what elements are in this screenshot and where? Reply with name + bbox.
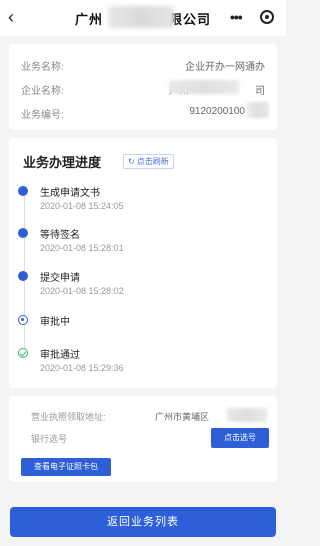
refresh-icon: ↻ [128,157,135,166]
navigation-bar: ‹ 广州 限公司 ••• [0,0,286,36]
info-label: 企业名称: [21,86,64,97]
step-name: 审批中 [40,317,70,328]
refresh-button[interactable]: ↻ 点击刷新 [123,154,174,169]
step-name: 等待签名 [40,230,80,241]
info-value: 9120200100 [189,106,245,117]
step-name: 生成申请文书 [40,188,100,199]
license-card: 营业执照领取地址: 广州市黄埔区 银行选号 点击选号 查看电子证照卡包 [9,396,277,482]
step-time: 2020-01-08 15:28:02 [40,286,124,296]
business-info-card: 业务名称: 企业开办一网通办 企业名称: 广州司 业务编号: 912020010… [9,44,277,130]
check-circle-icon [18,348,28,358]
progress-card: 业务办理进度 ↻ 点击刷新 生成申请文书 2020-01-08 15:24:05 … [9,138,277,388]
info-label: 业务编号: [21,110,64,121]
info-label: 业务名称: [21,62,64,73]
completed-dot-icon [18,186,28,196]
step-name: 审批通过 [40,350,80,361]
redacted-number-mask [247,102,269,118]
refresh-label: 点击刷新 [136,157,169,166]
title-left: 广州 [74,12,103,27]
step-time: 2020-01-08 15:24:05 [40,201,124,211]
address-value: 广州市黄埔区 [155,412,210,422]
step-name: 提交申请 [40,273,80,284]
select-number-button[interactable]: 点击选号 [211,428,269,448]
bank-label: 银行选号 [31,434,68,444]
redacted-title-mask [108,6,174,28]
step-time: 2020-01-08 15:29:36 [40,363,124,373]
view-wallet-button[interactable]: 查看电子证照卡包 [21,458,111,476]
step-time: 2020-01-08 15:28:01 [40,243,124,253]
completed-dot-icon [18,271,28,281]
company-name-end: 司 [255,86,265,97]
in-progress-icon [18,315,28,325]
title-right: 限公司 [169,12,212,27]
more-dots-icon[interactable]: ••• [230,9,243,25]
info-row-business-name: 业务名称: 企业开办一网通办 [21,58,265,74]
info-row-business-number: 业务编号: 9120200100 [21,106,265,122]
redacted-address-mask [227,408,267,422]
progress-title: 业务办理进度 [23,155,102,170]
completed-dot-icon [18,228,28,238]
target-icon[interactable] [260,10,274,24]
info-value: 企业开办一网通办 [185,62,265,73]
address-label: 营业执照领取地址: [31,412,106,422]
return-list-button[interactable]: 返回业务列表 [10,507,276,537]
redacted-company-mask [169,80,239,94]
